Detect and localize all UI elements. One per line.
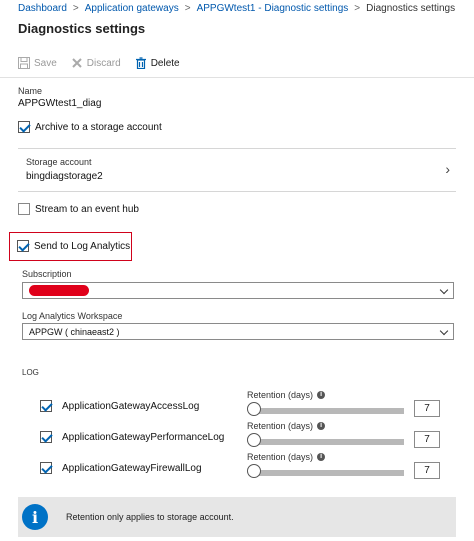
retention-slider-track[interactable]: [254, 439, 404, 445]
subscription-label: Subscription: [22, 269, 72, 279]
chevron-down-icon: [439, 326, 449, 336]
redacted-subscription: [29, 285, 89, 296]
log-row: ApplicationGatewayFirewallLog Retention …: [38, 452, 458, 486]
access-log-checkbox[interactable]: [40, 400, 52, 412]
name-label: Name: [18, 86, 43, 96]
workspace-dropdown[interactable]: APPGW ( chinaeast2 ): [22, 323, 454, 340]
storage-account-label: Storage account: [26, 157, 92, 167]
retention-label: Retention (days) i: [247, 452, 326, 462]
info-banner: i Retention only applies to storage acco…: [18, 497, 456, 537]
save-label: Save: [34, 57, 57, 69]
trash-icon: [135, 57, 146, 69]
info-icon[interactable]: i: [317, 453, 326, 461]
firewall-log-checkbox[interactable]: [40, 462, 52, 474]
retention-slider-thumb[interactable]: [247, 433, 261, 447]
archive-storage-label: Archive to a storage account: [35, 121, 162, 133]
retention-days-input[interactable]: 7: [414, 431, 440, 448]
event-hub-checkbox[interactable]: [18, 203, 30, 215]
breadcrumb-dashboard[interactable]: Dashboard: [18, 3, 67, 14]
event-hub-option[interactable]: Stream to an event hub: [18, 203, 139, 215]
log-row: ApplicationGatewayPerformanceLog Retenti…: [38, 421, 458, 455]
breadcrumb-separator: >: [354, 2, 361, 14]
info-message: Retention only applies to storage accoun…: [66, 512, 234, 522]
subscription-dropdown[interactable]: [22, 282, 454, 299]
info-icon[interactable]: i: [317, 391, 326, 399]
discard-button[interactable]: Discard: [71, 57, 121, 69]
save-button[interactable]: Save: [18, 57, 57, 69]
log-row: ApplicationGatewayAccessLog Retention (d…: [38, 390, 458, 424]
save-icon: [18, 57, 30, 69]
delete-button[interactable]: Delete: [135, 57, 180, 69]
storage-account-selector[interactable]: Storage account bingdiagstorage2 ›: [18, 148, 456, 192]
retention-slider-thumb[interactable]: [247, 402, 261, 416]
retention-slider-track[interactable]: [254, 408, 404, 414]
breadcrumb-separator: >: [184, 2, 191, 14]
retention-label: Retention (days) i: [247, 421, 326, 431]
log-analytics-checkbox[interactable]: [17, 240, 29, 252]
archive-storage-checkbox[interactable]: [18, 121, 30, 133]
workspace-label: Log Analytics Workspace: [22, 311, 123, 321]
retention-days-input[interactable]: 7: [414, 400, 440, 417]
log-analytics-label: Send to Log Analytics: [34, 240, 131, 252]
retention-label-text: Retention (days): [247, 421, 314, 431]
retention-label-text: Retention (days): [247, 452, 314, 462]
toolbar-divider: [0, 77, 474, 78]
log-analytics-option[interactable]: Send to Log Analytics: [17, 240, 130, 252]
page-title: Diagnostics settings: [18, 21, 146, 36]
retention-label: Retention (days) i: [247, 390, 326, 400]
info-icon[interactable]: i: [317, 422, 326, 430]
retention-days-input[interactable]: 7: [414, 462, 440, 479]
archive-storage-option[interactable]: Archive to a storage account: [18, 121, 162, 133]
breadcrumb-application-gateways[interactable]: Application gateways: [85, 3, 179, 14]
delete-label: Delete: [150, 57, 180, 69]
chevron-down-icon: [439, 285, 449, 295]
workspace-value: APPGW ( chinaeast2 ): [29, 326, 120, 337]
retention-label-text: Retention (days): [247, 390, 314, 400]
breadcrumb-separator: >: [72, 2, 79, 14]
storage-account-value: bingdiagstorage2: [26, 171, 103, 182]
access-log-name: ApplicationGatewayAccessLog: [62, 401, 200, 412]
retention-slider-thumb[interactable]: [247, 464, 261, 478]
performance-log-checkbox[interactable]: [40, 431, 52, 443]
close-icon: [72, 58, 82, 68]
log-section-label: LOG: [22, 368, 39, 377]
event-hub-label: Stream to an event hub: [35, 203, 139, 215]
breadcrumb-current: Diagnostics settings: [366, 2, 456, 14]
info-icon: i: [22, 504, 48, 530]
performance-log-name: ApplicationGatewayPerformanceLog: [62, 432, 225, 443]
breadcrumb: Dashboard > Application gateways > APPGW…: [0, 0, 474, 16]
breadcrumb-diagnostic-settings[interactable]: APPGWtest1 - Diagnostic settings: [197, 3, 349, 14]
discard-label: Discard: [86, 57, 121, 69]
firewall-log-name: ApplicationGatewayFirewallLog: [62, 463, 202, 474]
toolbar: Save Discard Delete: [18, 55, 194, 71]
name-value: APPGWtest1_diag: [18, 98, 102, 109]
retention-slider-track[interactable]: [254, 470, 404, 476]
chevron-right-icon: ›: [445, 161, 450, 177]
